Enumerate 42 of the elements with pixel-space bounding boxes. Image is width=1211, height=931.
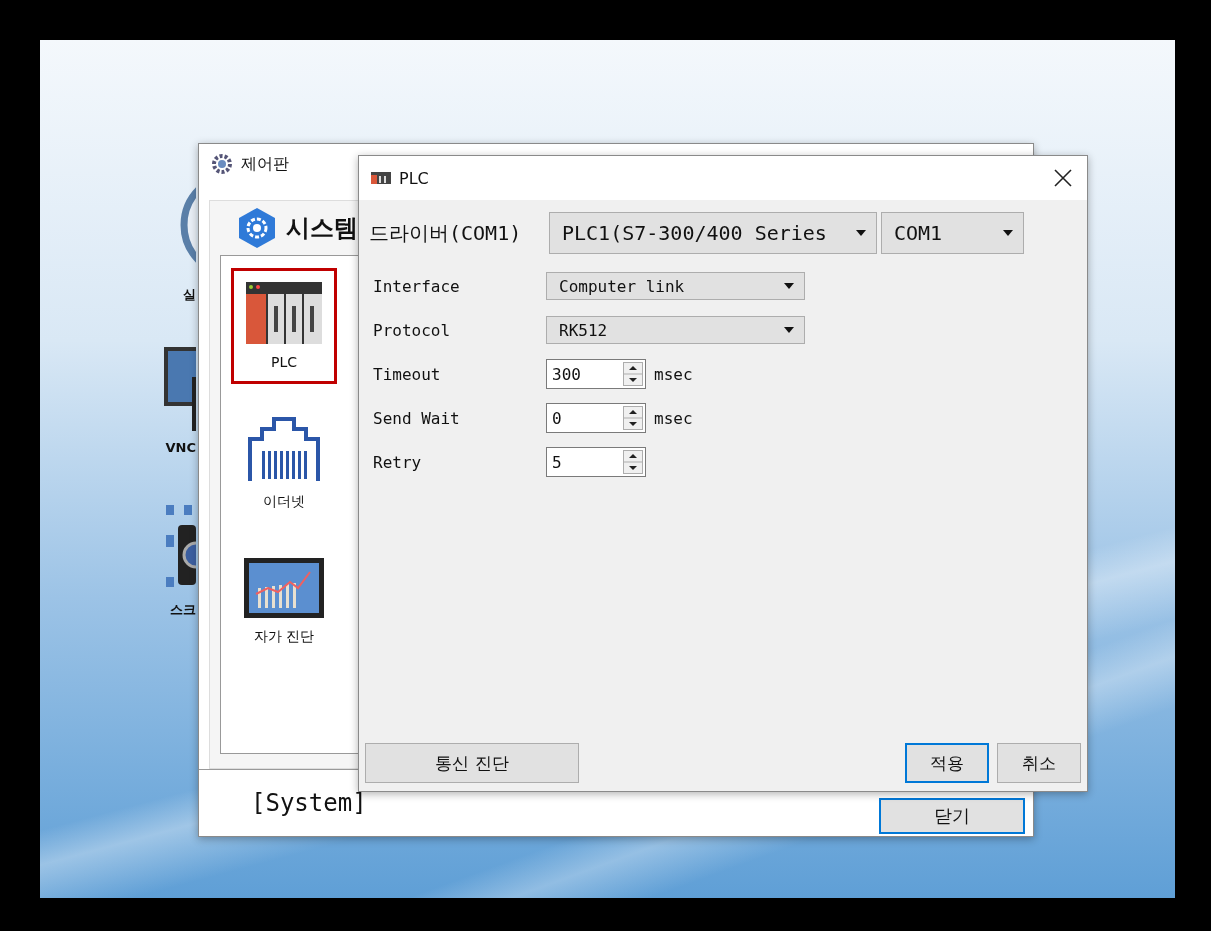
dropdown-field[interactable]: RK512 — [546, 316, 805, 344]
field-label: Protocol — [373, 320, 452, 340]
sidebar-item[interactable]: 이더넷 — [231, 406, 337, 522]
field-label: Send Wait — [373, 408, 461, 428]
desktop-icon-label: 스크 — [170, 601, 196, 619]
field-label: Retry — [373, 452, 423, 472]
number-field[interactable]: 5 — [546, 447, 646, 477]
dialog-button[interactable]: 취소 — [997, 743, 1081, 783]
close-button[interactable]: 닫기 — [879, 798, 1025, 834]
field-label: Interface — [373, 276, 461, 296]
section-heading: 시스템 — [286, 213, 358, 244]
plc-device-icon — [371, 172, 391, 184]
gear-icon — [211, 153, 233, 175]
window-title: 제어판 — [241, 153, 289, 175]
desktop-icon-label: 실 — [183, 286, 196, 304]
dropdown-field[interactable]: Computer link — [546, 272, 805, 300]
plc-device-icon — [246, 282, 322, 344]
dialog-button[interactable]: 통신 진단 — [365, 743, 579, 783]
caret-icon — [784, 327, 794, 333]
dialog-title: PLC — [399, 168, 429, 188]
field-label: Timeout — [373, 364, 442, 384]
caret-icon — [784, 283, 794, 289]
unit-label: msec — [654, 364, 693, 384]
system-label: [System] — [251, 789, 367, 817]
sidebar-item[interactable]: PLC — [231, 268, 337, 384]
spin-arrows-icon[interactable] — [623, 450, 643, 474]
settings-icon — [238, 207, 276, 249]
dialog-button[interactable]: 적용 — [905, 743, 989, 783]
caret-icon — [856, 230, 866, 236]
driver-label: 드라이버(COM1) — [369, 219, 523, 247]
port-dropdown[interactable]: COM1 — [881, 212, 1024, 254]
chart-monitor-icon — [244, 558, 324, 618]
sidebar-item[interactable]: 자가 진단 — [231, 544, 337, 660]
unit-label: msec — [654, 408, 693, 428]
spin-arrows-icon[interactable] — [623, 362, 643, 386]
device-dropdown[interactable]: PLC1(S7-300/400 Series — [549, 212, 877, 254]
number-field[interactable]: 0 — [546, 403, 646, 433]
desktop-icon-label: VNC — [165, 440, 196, 455]
caret-icon — [1003, 230, 1013, 236]
number-field[interactable]: 300 — [546, 359, 646, 389]
spin-arrows-icon[interactable] — [623, 406, 643, 430]
ethernet-port-icon — [246, 417, 322, 483]
